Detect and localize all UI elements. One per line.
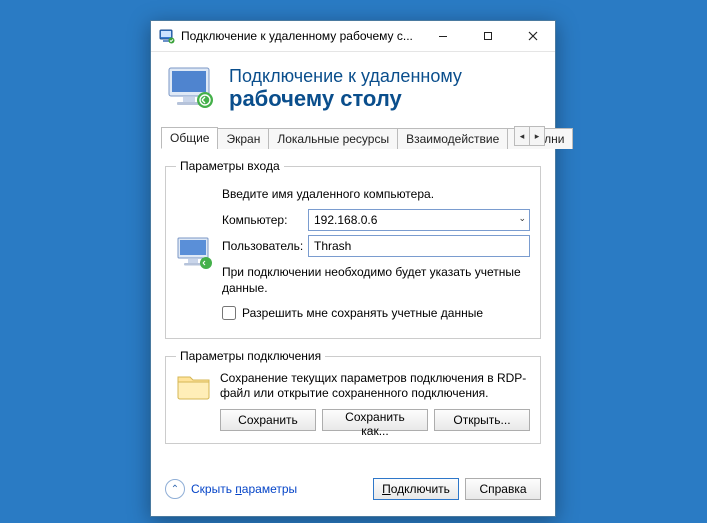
save-credentials-checkbox[interactable] [222, 306, 236, 320]
help-button[interactable]: Справка [465, 478, 541, 500]
tab-experience[interactable]: Взаимодействие [397, 128, 508, 149]
title-bar[interactable]: Подключение к удаленному рабочему с... [151, 21, 555, 52]
chevron-right-icon: ▸ [535, 131, 540, 142]
chevron-down-icon[interactable]: ⌄ [518, 213, 526, 224]
tab-scroll-left[interactable]: ◂ [515, 127, 529, 145]
monitor-icon [167, 66, 215, 110]
rdp-icon [159, 28, 175, 44]
hide-options-label: Скрыть параметры [191, 482, 297, 496]
open-button[interactable]: Открыть... [434, 409, 530, 431]
banner-line2: рабочему столу [229, 87, 462, 110]
banner: Подключение к удаленному рабочему столу [151, 52, 555, 124]
credentials-note: При подключении необходимо будет указать… [222, 265, 530, 296]
connect-button[interactable]: Подключить [373, 478, 459, 500]
login-group-legend: Параметры входа [176, 159, 284, 173]
folder-icon [176, 371, 212, 401]
login-intro: Введите имя удаленного компьютера. [222, 187, 530, 201]
computer-input[interactable] [308, 209, 530, 231]
computer-label: Компьютер: [222, 213, 308, 227]
tab-scroll-right[interactable]: ▸ [529, 127, 544, 145]
tab-local-resources[interactable]: Локальные ресурсы [268, 128, 398, 149]
login-group: Параметры входа Введите имя удаленного к… [165, 159, 541, 339]
chevron-up-circle-icon: ⌃ [165, 479, 185, 499]
chevron-left-icon: ◂ [520, 131, 525, 142]
window-title: Подключение к удаленному рабочему с... [181, 29, 420, 43]
save-button[interactable]: Сохранить [220, 409, 316, 431]
maximize-button[interactable] [465, 21, 510, 51]
tab-display[interactable]: Экран [217, 128, 269, 149]
user-input[interactable] [308, 235, 530, 257]
computer-combo[interactable]: ⌄ [308, 209, 530, 231]
minimize-icon [438, 31, 448, 41]
connection-text: Сохранение текущих параметров подключени… [220, 371, 530, 401]
save-as-button[interactable]: Сохранить как... [322, 409, 428, 431]
close-icon [528, 31, 538, 41]
connection-group-legend: Параметры подключения [176, 349, 325, 363]
tab-general[interactable]: Общие [161, 127, 218, 149]
dialog-footer: ⌃ Скрыть параметры Подключить Справка [151, 468, 555, 516]
close-button[interactable] [510, 21, 555, 51]
connection-group: Параметры подключения Сохранение текущих… [165, 349, 541, 444]
user-label: Пользователь: [222, 239, 308, 253]
tab-scroll: ◂ ▸ [514, 126, 545, 146]
banner-line1: Подключение к удаленному [229, 66, 462, 87]
monitor-small-icon [176, 236, 216, 272]
rdp-options-window: Подключение к удаленному рабочему с... П… [150, 20, 556, 517]
maximize-icon [483, 31, 493, 41]
save-credentials-label: Разрешить мне сохранять учетные данные [242, 306, 483, 320]
save-credentials-row[interactable]: Разрешить мне сохранять учетные данные [222, 306, 530, 320]
minimize-button[interactable] [420, 21, 465, 51]
hide-options-link[interactable]: ⌃ Скрыть параметры [165, 479, 297, 499]
tab-strip: Общие Экран Локальные ресурсы Взаимодейс… [161, 124, 545, 149]
